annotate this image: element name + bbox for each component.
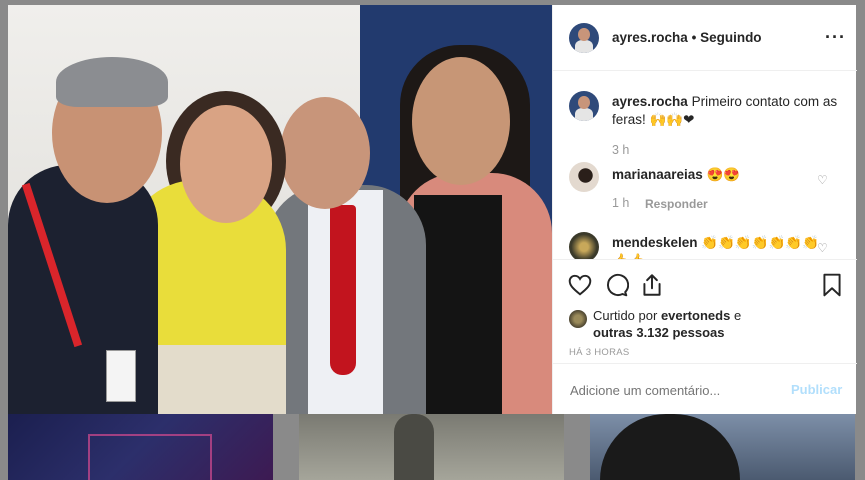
bookmark-icon[interactable] [819, 272, 845, 298]
comment-avatar[interactable] [569, 232, 599, 259]
add-comment-bar: Publicar [553, 363, 857, 415]
liker-username[interactable]: evertoneds [661, 308, 730, 323]
more-options-icon[interactable]: ··· [825, 27, 846, 48]
post-sidebar: ayres.rocha • Seguindo ··· ayres.rocha P… [552, 5, 857, 415]
photo-subject [412, 57, 510, 185]
photo-subject [414, 195, 502, 414]
photo-subject [280, 97, 370, 209]
separator-dot: • [691, 30, 701, 45]
comment-like-icon[interactable]: ♡ [817, 241, 828, 255]
comment-time[interactable]: 1 h [612, 196, 629, 210]
photo-subject [56, 57, 168, 107]
caption-text: ayres.rocha Primeiro contato com as fera… [612, 93, 842, 129]
post-actions: Curtido por evertoneds e outras 3.132 pe… [553, 259, 857, 364]
profile-grid [0, 414, 865, 480]
comment-input[interactable] [568, 380, 782, 400]
heart-icon[interactable] [567, 272, 593, 298]
author-info: ayres.rocha • Seguindo [612, 30, 762, 45]
comment-username[interactable]: marianaareias [612, 167, 703, 182]
photo-subject [106, 350, 136, 402]
comment-icon[interactable] [603, 272, 629, 298]
follow-status[interactable]: Seguindo [700, 30, 762, 45]
post-modal: ayres.rocha • Seguindo ··· ayres.rocha P… [8, 5, 857, 415]
caption-username[interactable]: ayres.rocha [612, 94, 688, 109]
comments-list[interactable]: ayres.rocha Primeiro contato com as fera… [553, 71, 857, 259]
comment-text: mendeskelen 👏👏👏👏👏👏👏👍👍 [612, 234, 822, 259]
caption-time[interactable]: 3 h [612, 143, 629, 157]
comment-text: marianaareias 😍😍 [612, 166, 822, 184]
author-avatar[interactable] [569, 23, 599, 53]
likes-prefix: Curtido por [593, 308, 658, 323]
reply-button[interactable]: Responder [645, 197, 708, 211]
grid-thumbnail[interactable] [8, 414, 273, 480]
comment-username[interactable]: mendeskelen [612, 235, 698, 250]
grid-thumbnail[interactable] [299, 414, 564, 480]
share-icon[interactable] [639, 272, 665, 298]
posted-time[interactable]: HÁ 3 HORAS [569, 347, 630, 358]
post-header: ayres.rocha • Seguindo ··· [553, 5, 857, 71]
likes-summary: Curtido por evertoneds e outras 3.132 pe… [593, 307, 843, 341]
comment-avatar[interactable] [569, 162, 599, 192]
photo-subject [158, 345, 286, 414]
photo-subject [180, 105, 272, 223]
likes-connector: e [733, 308, 742, 323]
likes-others[interactable]: outras 3.132 pessoas [593, 325, 725, 340]
liker-avatar[interactable] [569, 310, 587, 328]
author-username[interactable]: ayres.rocha [612, 30, 688, 45]
caption-avatar[interactable] [569, 91, 599, 121]
comment-like-icon[interactable]: ♡ [817, 173, 828, 187]
post-photo[interactable] [8, 5, 552, 414]
comment-body: 😍😍 [706, 167, 741, 182]
photo-subject [330, 205, 356, 375]
grid-thumbnail[interactable] [590, 414, 855, 480]
publish-button[interactable]: Publicar [791, 382, 842, 397]
